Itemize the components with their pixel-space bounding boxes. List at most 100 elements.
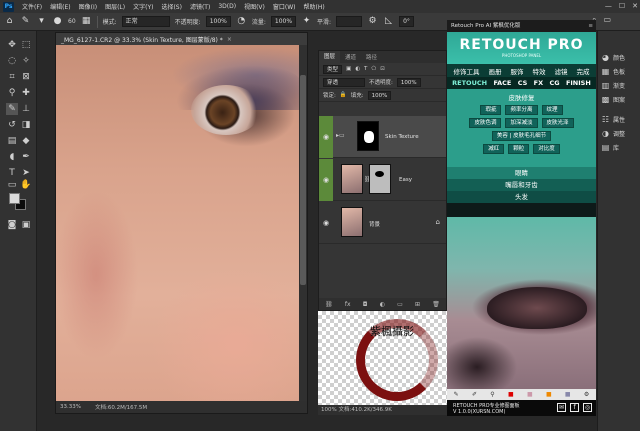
new-layer-icon[interactable]: ⊞ (415, 301, 420, 308)
tab-face[interactable]: FACE (493, 79, 511, 87)
visibility-eye-icon[interactable]: ◉ (319, 116, 333, 158)
smooth-field[interactable] (336, 16, 363, 27)
second-document-canvas[interactable]: 紫楓攝影 (318, 311, 448, 415)
tab-paths[interactable]: 路径 (361, 53, 382, 61)
brush-preset-icon[interactable]: ● (52, 16, 63, 27)
layer-mask-thumbnail[interactable] (357, 121, 379, 151)
layer-thumbnail[interactable] (341, 207, 363, 237)
maximize-button[interactable]: ☐ (619, 0, 625, 13)
shape-tool-icon[interactable]: ▭ (6, 179, 18, 191)
workspace-icon[interactable]: ▭ (603, 15, 611, 25)
dock-item-swatches[interactable]: ▦ 色板 (601, 67, 625, 76)
healing-brush-icon[interactable]: ✚ (20, 87, 32, 99)
eraser-icon[interactable]: ◨ (20, 119, 32, 131)
menu-type[interactable]: 文字(Y) (129, 2, 157, 11)
filter-adjust-icon[interactable]: ◐ (355, 66, 360, 72)
flow-field[interactable]: 100% (270, 16, 297, 27)
menu-view[interactable]: 视图(V) (240, 2, 269, 11)
filter-pixel-icon[interactable]: ▣ (346, 66, 351, 72)
close-icon[interactable]: × (227, 36, 232, 43)
blend-mode-select[interactable]: 穿透 (323, 77, 365, 87)
tab-finish[interactable]: FINISH (566, 79, 591, 87)
grain-button[interactable]: 颗粒 (508, 144, 530, 154)
skin-tone-button[interactable]: 皮肤色调 (469, 118, 502, 128)
frame-tool-icon[interactable]: ⊠ (20, 71, 32, 83)
layer-mask-thumbnail[interactable] (369, 164, 391, 194)
clone-stamp-icon[interactable]: ⊥ (20, 103, 32, 115)
magic-wand-icon[interactable]: ✧ (20, 55, 32, 67)
screen-mode-icon[interactable]: ▣ (20, 219, 32, 231)
brush-icon[interactable]: ✐ (472, 391, 477, 398)
tab-album[interactable]: 画册 (489, 66, 502, 76)
pen-tool-icon[interactable]: ✒ (20, 151, 32, 163)
dock-item-adjustments[interactable]: ◑ 调整 (601, 129, 625, 138)
reduce-red-button[interactable]: 减红 (483, 144, 505, 154)
trash-icon[interactable]: 🗑 (432, 301, 440, 308)
tab-retouch-tools[interactable]: 修饰工具 (454, 66, 480, 76)
photo-canvas[interactable] (56, 45, 301, 403)
crop-tool-icon[interactable]: ⌗ (6, 71, 18, 83)
layer-background[interactable]: ◉ 背景 ⌂ (319, 202, 446, 244)
opacity-field[interactable]: 100% (205, 16, 231, 27)
dock-item-properties[interactable]: ☷ 属性 (601, 115, 625, 124)
airbrush-icon[interactable]: ✦ (301, 16, 312, 27)
layer-opacity-field[interactable]: 100% (396, 77, 421, 87)
minimize-button[interactable]: — (605, 0, 612, 13)
pressure-opacity-icon[interactable]: ◔ (236, 16, 247, 27)
quick-mask-icon[interactable]: ◙ (6, 219, 18, 231)
lips-teeth-section[interactable]: 嘴唇和牙齿 (447, 179, 596, 191)
menu-image[interactable]: 图像(I) (75, 2, 101, 11)
facebook-icon[interactable]: f (570, 403, 579, 412)
menu-edit[interactable]: 编辑(E) (46, 2, 74, 11)
tab-fx[interactable]: FX (534, 79, 543, 87)
settings-icon[interactable]: ⚙ (584, 391, 589, 398)
chevron-down-icon[interactable]: ▾ (36, 16, 47, 27)
smooth-settings-icon[interactable]: ⚙ (367, 16, 378, 27)
blur-tool-icon[interactable]: ◆ (20, 135, 32, 147)
fx-icon[interactable]: fx (345, 301, 351, 308)
visibility-eye-icon[interactable]: ◉ (319, 202, 333, 244)
menu-filter[interactable]: 滤镜(T) (186, 2, 214, 11)
scrollbar-thumb[interactable] (300, 75, 306, 285)
menu-3d[interactable]: 3D(D) (214, 3, 240, 10)
fill-field[interactable]: 100% (367, 90, 392, 100)
foreground-color-swatch[interactable] (9, 193, 20, 204)
type-tool-icon[interactable]: T (6, 167, 18, 179)
tab-finish-cn[interactable]: 完成 (577, 66, 590, 76)
menu-layer[interactable]: 图层(L) (101, 2, 129, 11)
brush-tool-icon[interactable]: ✎ (6, 103, 18, 115)
eyes-section[interactable]: 眼睛 (447, 167, 596, 179)
lock-icon[interactable]: 🔒 (340, 92, 347, 98)
mode-select[interactable]: 正常 (121, 16, 170, 27)
tab-clothing[interactable]: 服饰 (511, 66, 524, 76)
hair-section[interactable]: 头发 (447, 191, 596, 203)
layer-easy[interactable]: ◉ ⛓ Easy (319, 159, 446, 201)
panel-menu-icon[interactable]: ≡ (588, 20, 593, 32)
tab-cg[interactable]: CG (549, 79, 559, 87)
dock-item-color[interactable]: ◕ 颜色 (601, 53, 625, 62)
tab-effects[interactable]: 特效 (533, 66, 546, 76)
dock-item-patterns[interactable]: ▩ 图案 (601, 95, 625, 104)
menu-file[interactable]: 文件(F) (18, 2, 46, 11)
dock-item-gradients[interactable]: ▥ 渐变 (601, 81, 625, 90)
eyedropper-icon[interactable]: ⚲ (6, 87, 18, 99)
adjust-icon[interactable]: ◐ (380, 301, 385, 308)
tab-channels[interactable]: 通道 (340, 53, 361, 61)
history-brush-icon[interactable]: ↺ (6, 119, 18, 131)
instagram-icon[interactable]: ◎ (583, 403, 592, 412)
texture-button[interactable]: 纹理 (541, 105, 563, 115)
blemish-button[interactable]: 瑕疵 (480, 105, 502, 115)
link-icon[interactable]: ⛓ (325, 301, 333, 308)
angle-field[interactable]: 0° (399, 16, 414, 27)
filter-smart-icon[interactable]: ⊡ (380, 66, 385, 72)
home-icon[interactable]: ⌂ (4, 16, 15, 27)
mail-icon[interactable]: ✉ (557, 403, 566, 412)
flag-icon[interactable]: ■ (527, 391, 533, 398)
flag-icon[interactable]: ■ (508, 391, 514, 398)
filter-shape-icon[interactable]: ⬠ (371, 66, 376, 72)
flag-icon[interactable]: ■ (546, 391, 552, 398)
dock-item-libraries[interactable]: ▤ 库 (601, 143, 619, 152)
tab-retouch[interactable]: RETOUCH (452, 79, 487, 87)
skin-glow-button[interactable]: 皮肤光泽 (541, 118, 574, 128)
hand-tool-icon[interactable]: ✋ (20, 179, 32, 191)
